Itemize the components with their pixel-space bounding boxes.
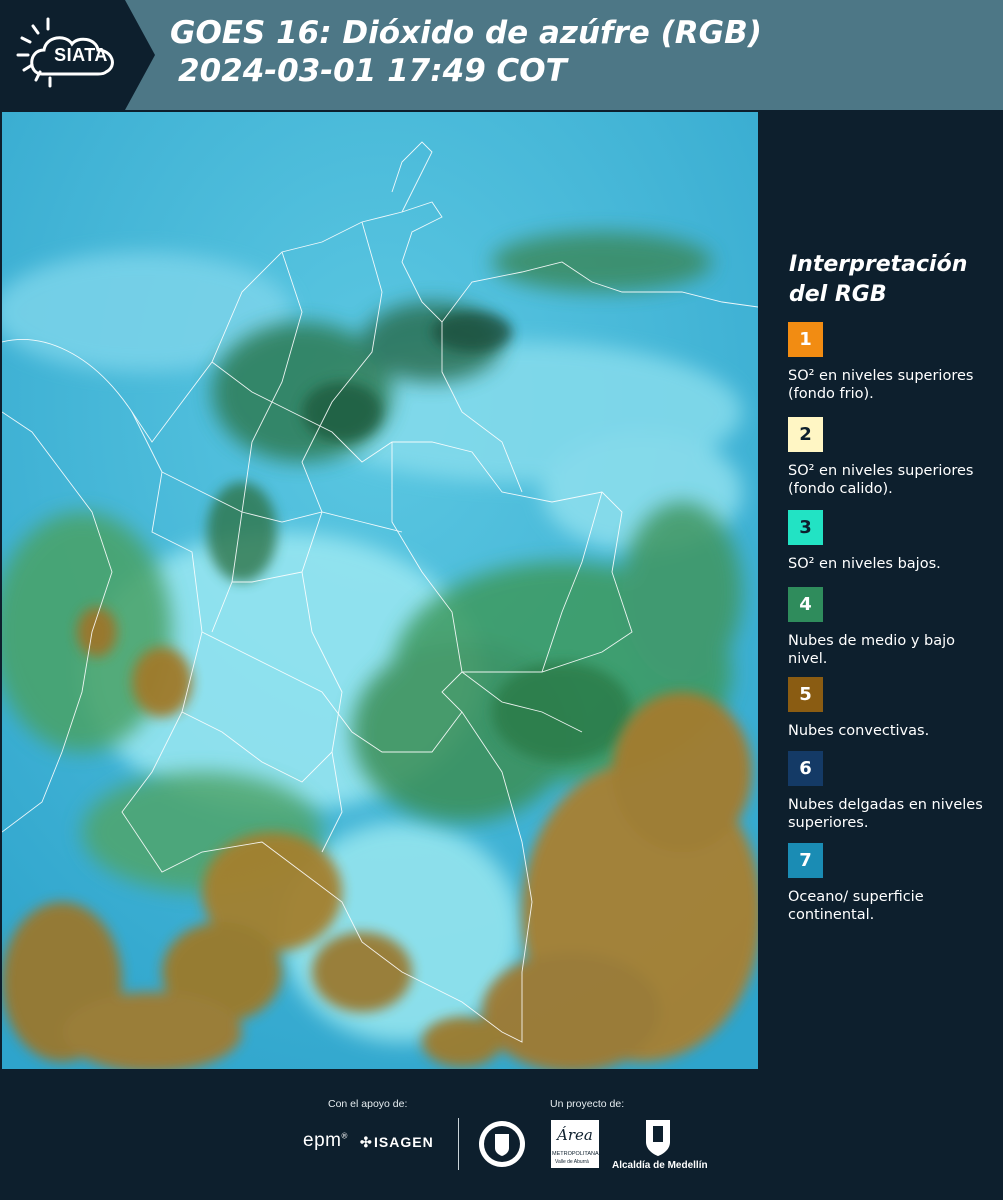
legend-swatch: 4 <box>788 587 823 622</box>
isagen-text: ISAGEN <box>374 1134 434 1150</box>
legend-item-label: SO² en niveles superiores (fondo calido)… <box>788 463 974 497</box>
legend-swatch: 5 <box>788 677 823 712</box>
alcaldia-shield-icon <box>646 1120 670 1156</box>
project-label: Un proyecto de: <box>550 1098 625 1110</box>
logo-text: SIATA <box>54 45 108 65</box>
legend-title: Interpretación del RGB <box>789 250 967 310</box>
legend-swatch: 7 <box>788 843 823 878</box>
legend-swatch: 6 <box>788 751 823 786</box>
area-sub-2: Valle de Aburrá <box>555 1159 589 1165</box>
legend-item-1: 1 SO² en niveles superiores (fondo frio)… <box>788 322 998 403</box>
epm-text: epm <box>303 1130 342 1151</box>
page-title: GOES 16: Dióxido de azúfre (RGB) 2024-03… <box>170 14 762 90</box>
legend-item-5: 5 Nubes convectivas. <box>788 677 998 740</box>
title-line-2: 2024-03-01 17:49 COT <box>178 53 567 89</box>
legend-item-2: 2 SO² en niveles superiores (fondo calid… <box>788 417 998 516</box>
legend-item-label: Oceano/ superficie continental. <box>788 889 924 923</box>
legend-item-label: Nubes de medio y bajo nivel. <box>788 633 955 667</box>
legend-item-label: SO² en niveles superiores (fondo frio). <box>788 368 974 402</box>
legend-title-line-2: del RGB <box>789 282 887 307</box>
legend-item-3: 3 SO² en niveles bajos. <box>788 510 998 573</box>
title-line-1: GOES 16: Dióxido de azúfre (RGB) <box>170 15 762 51</box>
legend-item-label: SO² en niveles bajos. <box>788 556 941 572</box>
legend-item-4: 4 Nubes de medio y bajo nivel. <box>788 587 998 668</box>
area-sub-1: METROPOLITANA <box>552 1151 599 1157</box>
area-name: Área <box>557 1126 593 1144</box>
isagen-logo[interactable]: ✣ISAGEN <box>360 1134 434 1151</box>
legend-item-label: Nubes delgadas en niveles superiores. <box>788 797 983 831</box>
legend-item-7: 7 Oceano/ superficie continental. <box>788 843 998 924</box>
legend-swatch: 1 <box>788 322 823 357</box>
legend-swatch: 3 <box>788 510 823 545</box>
legend-item-label: Nubes convectivas. <box>788 723 930 739</box>
satellite-image <box>2 112 758 1069</box>
siata-logo[interactable]: SIATA <box>0 0 155 110</box>
isagen-icon: ✣ <box>360 1134 373 1150</box>
satellite-map[interactable] <box>2 112 758 1069</box>
header-bar: SIATA GOES 16: Dióxido de azúfre (RGB) 2… <box>0 0 1003 110</box>
alcaldia-text[interactable]: Alcaldía de Medellín <box>612 1160 708 1171</box>
legend-swatch: 2 <box>788 417 823 452</box>
legend-panel: Interpretación del RGB 1 SO² en niveles … <box>760 110 1003 1070</box>
legend-title-line-1: Interpretación <box>789 252 968 277</box>
legend-item-6: 6 Nubes delgadas en niveles superiores. <box>788 751 998 832</box>
footer-divider <box>458 1118 459 1170</box>
area-metropolitana-logo[interactable]: Área METROPOLITANA Valle de Aburrá <box>551 1120 599 1168</box>
medellin-seal-icon[interactable] <box>477 1118 527 1170</box>
epm-logo[interactable]: epm® <box>303 1130 348 1152</box>
footer: Con el apoyo de: Un proyecto de: epm® ✣I… <box>0 1070 1003 1200</box>
support-label: Con el apoyo de: <box>328 1098 408 1110</box>
